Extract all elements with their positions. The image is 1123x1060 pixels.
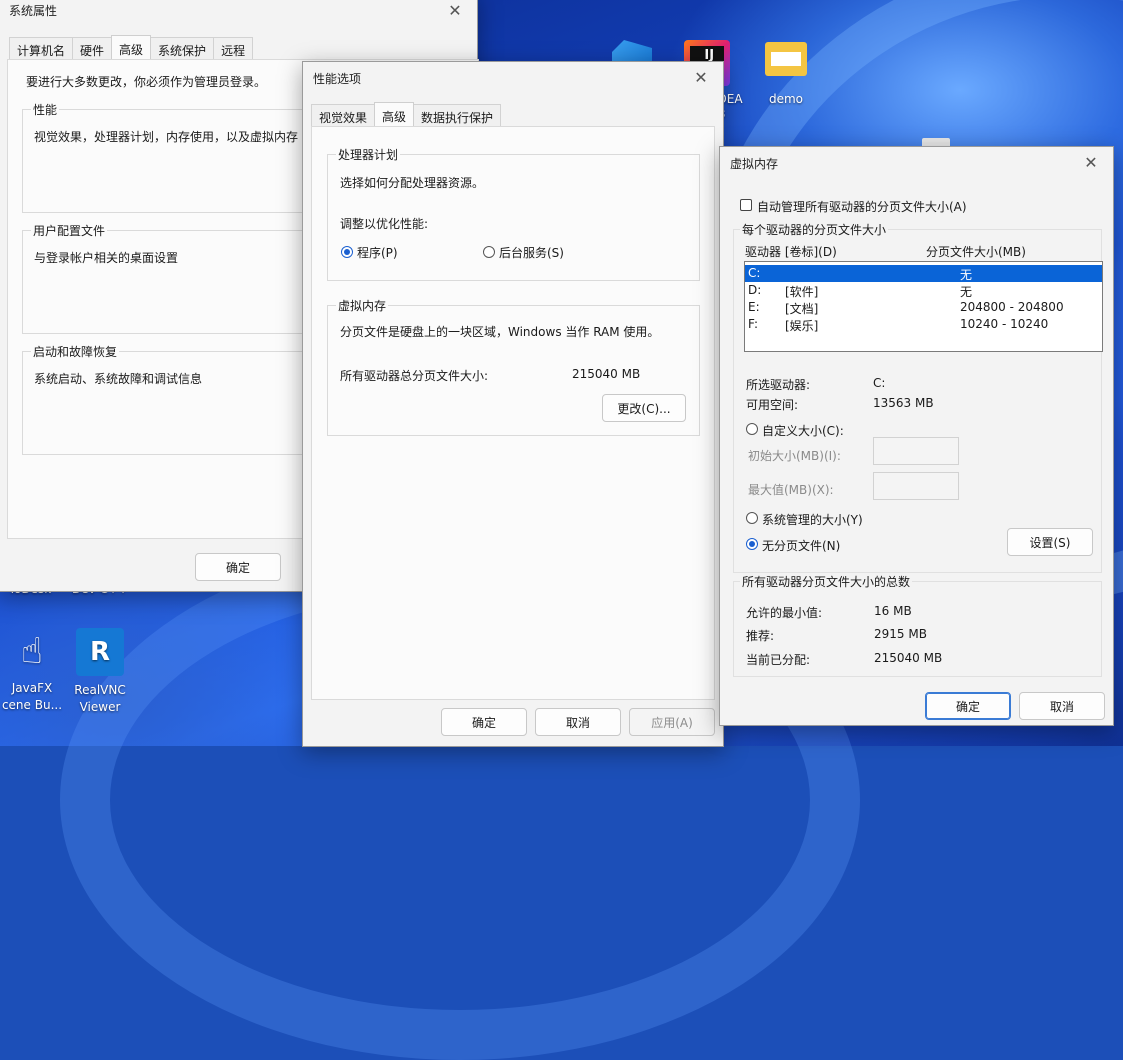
totals-group: 所有驱动器分页文件大小的总数 允许的最小值: 16 MB 推荐: 2915 MB…: [733, 573, 1102, 677]
custom-size-radio[interactable]: [746, 423, 758, 435]
desktop-icon-label: RealVNC Viewer: [74, 683, 126, 714]
tab-system-protection[interactable]: 系统保护: [150, 37, 215, 61]
javafx-scene-builder-icon: ☝: [21, 631, 43, 672]
col-size-header: 分页文件大小(MB): [926, 245, 1026, 259]
drive-letter: D:: [748, 283, 762, 297]
performance-options-window: 性能选项 ✕ 视觉效果 高级 数据执行保护 处理器计划 选择如何分配处理器资源。…: [302, 61, 724, 747]
startup-recovery-desc: 系统启动、系统故障和调试信息: [34, 372, 203, 386]
current-value: 215040 MB: [874, 651, 943, 665]
title-bar: 性能选项 ✕: [303, 62, 723, 96]
vm-desc: 分页文件是硬盘上的一块区域，Windows 当作 RAM 使用。: [340, 325, 660, 339]
max-size-label: 最大值(MB)(X):: [748, 483, 834, 497]
performance-desc: 视觉效果，处理器计划，内存使用，以及虚拟内存: [34, 130, 299, 144]
programs-radio[interactable]: [341, 246, 353, 258]
background-services-radio[interactable]: [483, 246, 495, 258]
vm-group-title: 虚拟内存: [336, 297, 389, 314]
adjust-label: 调整以优化性能:: [340, 217, 429, 231]
window-title: 系统属性: [9, 4, 58, 18]
recommended-value: 2915 MB: [874, 627, 927, 641]
drive-letter: F:: [748, 317, 759, 331]
close-icon[interactable]: ✕: [1079, 151, 1103, 175]
totals-title: 所有驱动器分页文件大小的总数: [740, 573, 913, 590]
custom-size-label[interactable]: 自定义大小(C):: [762, 422, 844, 439]
drive-letter: E:: [748, 300, 760, 314]
drive-size: 无: [960, 285, 973, 299]
user-profiles-group-title: 用户配置文件: [31, 222, 108, 239]
tab-hardware[interactable]: 硬件: [72, 37, 113, 61]
drive-label: [软件]: [785, 285, 819, 299]
ok-button[interactable]: 确定: [195, 553, 281, 581]
folder-icon: [765, 42, 807, 76]
tab-remote[interactable]: 远程: [213, 37, 254, 61]
current-label: 当前已分配:: [746, 653, 811, 667]
startup-recovery-group-title: 启动和故障恢复: [31, 343, 120, 360]
close-icon[interactable]: ✕: [443, 0, 467, 23]
virtual-memory-window: 虚拟内存 ✕ 自动管理所有驱动器的分页文件大小(A) 每个驱动器的分页文件大小 …: [719, 146, 1114, 726]
cancel-button[interactable]: 取消: [535, 708, 621, 736]
no-paging-radio[interactable]: [746, 538, 758, 550]
no-paging-label[interactable]: 无分页文件(N): [762, 537, 840, 554]
title-bar: 虚拟内存 ✕: [720, 147, 1113, 181]
window-title: 性能选项: [313, 72, 362, 86]
vm-total-label: 所有驱动器总分页文件大小:: [340, 369, 489, 383]
virtual-memory-group: 虚拟内存 分页文件是硬盘上的一块区域，Windows 当作 RAM 使用。 所有…: [327, 297, 700, 436]
min-allowed-label: 允许的最小值:: [746, 606, 823, 620]
performance-group-title: 性能: [31, 101, 60, 118]
selected-drive-value: C:: [873, 376, 886, 390]
ok-button[interactable]: 确定: [441, 708, 527, 736]
drive-size: 204800 - 204800: [960, 300, 1064, 314]
initial-size-input[interactable]: [873, 437, 959, 465]
drive-label: [文档]: [785, 302, 819, 316]
col-drive-header: 驱动器 [卷标](D): [745, 245, 837, 259]
tab-computer-name[interactable]: 计算机名: [9, 37, 74, 61]
background-services-radio-label[interactable]: 后台服务(S): [499, 244, 564, 261]
processor-desc: 选择如何分配处理器资源。: [340, 176, 485, 190]
tab-dep[interactable]: 数据执行保护: [413, 104, 502, 128]
cancel-button[interactable]: 取消: [1019, 692, 1105, 720]
user-profiles-desc: 与登录帐户相关的桌面设置: [34, 251, 179, 265]
desktop-icon-label: JavaFX cene Bu...: [1, 681, 63, 712]
drive-size: 10240 - 10240: [960, 317, 1049, 331]
drive-list[interactable]: C: 无 D: [软件] 无 E: [文档] 204800 - 204800 F…: [744, 261, 1103, 352]
drive-row[interactable]: C: 无: [745, 265, 1102, 282]
desktop-icon-label: demo: [768, 92, 804, 106]
selected-drive-label: 所选驱动器:: [746, 378, 811, 392]
drive-size: 无: [960, 268, 973, 282]
desktop-icon-javafx[interactable]: ☝ JavaFX cene Bu...: [0, 630, 64, 714]
drive-row[interactable]: D: [软件] 无: [745, 282, 1102, 299]
set-button[interactable]: 设置(S): [1007, 528, 1093, 556]
drive-letter: C:: [748, 266, 761, 280]
vm-total-value: 215040 MB: [572, 367, 641, 381]
change-button[interactable]: 更改(C)...: [602, 394, 686, 422]
drive-label: [娱乐]: [785, 319, 819, 333]
ok-button[interactable]: 确定: [925, 692, 1011, 720]
system-managed-radio[interactable]: [746, 512, 758, 524]
apply-button[interactable]: 应用(A): [629, 708, 715, 736]
tab-visual-effects[interactable]: 视觉效果: [311, 104, 376, 128]
title-bar: 系统属性 ✕: [0, 0, 477, 27]
drive-row[interactable]: F: [娱乐] 10240 - 10240: [745, 316, 1102, 333]
per-drive-title: 每个驱动器的分页文件大小: [740, 221, 889, 238]
min-allowed-value: 16 MB: [874, 604, 912, 618]
per-drive-group: 每个驱动器的分页文件大小 驱动器 [卷标](D) 分页文件大小(MB) C: 无…: [733, 221, 1103, 573]
close-icon[interactable]: ✕: [689, 66, 713, 90]
free-space-value: 13563 MB: [873, 396, 934, 410]
free-space-label: 可用空间:: [746, 398, 799, 412]
processor-scheduling-group: 处理器计划 选择如何分配处理器资源。 调整以优化性能: 程序(P) 后台服务(S…: [327, 146, 700, 281]
system-managed-label[interactable]: 系统管理的大小(Y): [762, 511, 863, 528]
realvnc-viewer-icon: R: [76, 628, 124, 676]
admin-note: 要进行大多数更改，你必须作为管理员登录。: [26, 75, 267, 89]
advanced-tab-panel: 处理器计划 选择如何分配处理器资源。 调整以优化性能: 程序(P) 后台服务(S…: [311, 126, 715, 700]
programs-radio-label[interactable]: 程序(P): [357, 244, 398, 261]
drive-row[interactable]: E: [文档] 204800 - 204800: [745, 299, 1102, 316]
auto-manage-label[interactable]: 自动管理所有驱动器的分页文件大小(A): [757, 198, 967, 215]
processor-group-title: 处理器计划: [336, 146, 401, 163]
desktop-icon-realvnc[interactable]: R RealVNC Viewer: [68, 628, 132, 716]
window-title: 虚拟内存: [730, 157, 779, 171]
max-size-input[interactable]: [873, 472, 959, 500]
desktop-icon-demo[interactable]: demo: [758, 42, 814, 106]
initial-size-label: 初始大小(MB)(I):: [748, 449, 841, 463]
recommended-label: 推荐:: [746, 629, 775, 643]
auto-manage-checkbox[interactable]: [740, 199, 752, 211]
